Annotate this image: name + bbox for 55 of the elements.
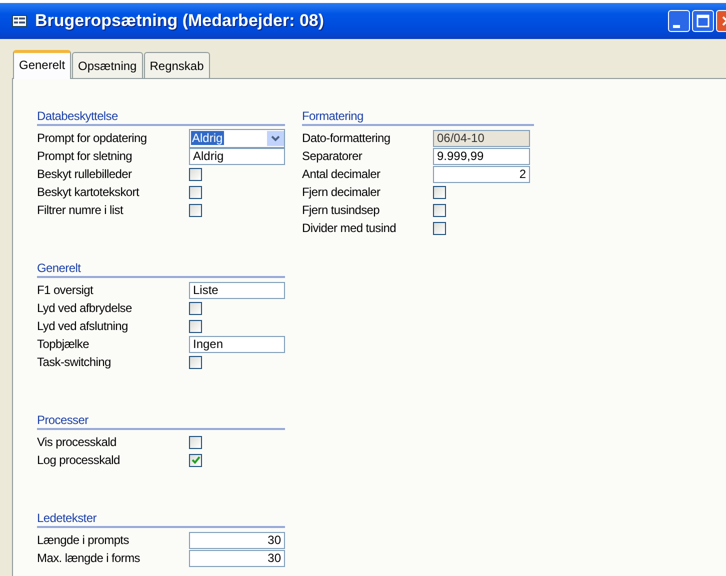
tab[interactable]: Opsætning [72,52,143,78]
section-heading: Ledetekster [37,511,285,528]
checkbox[interactable] [433,204,446,216]
checkbox[interactable] [433,222,446,234]
checkbox[interactable] [189,302,202,314]
field-label: F1 oversigt [37,283,94,297]
section-heading: Formatering [302,109,534,126]
field-label: Filtrer numre i list [37,203,124,217]
field-label: Separatorer [302,149,364,163]
field-label: Beskyt rullebilleder [37,167,133,181]
checkbox[interactable] [189,436,202,448]
field-label: Dato-formattering [302,131,392,145]
checkbox[interactable] [433,186,446,198]
window-title: Brugeropsætning (Medarbejder: 08) [35,11,326,31]
form-icon [12,15,27,27]
checkbox[interactable] [189,356,202,368]
input-field[interactable]: 30 [189,550,285,566]
field-label: Topbjælke [37,337,90,351]
checkbox[interactable] [189,186,202,198]
minimize-button[interactable] [668,10,690,32]
field-label: Task-switching [37,355,112,369]
checkbox[interactable] [189,168,202,180]
field-label: Log processkald [37,453,121,467]
field-label: Længde i prompts [37,533,130,547]
input-field[interactable]: 2 [433,166,530,182]
section-heading: Processer [37,413,285,430]
field-label: Vis processkald [37,435,118,449]
maximize-button[interactable] [692,10,714,32]
field-label: Antal decimaler [302,167,382,181]
tab[interactable]: Generelt [13,50,72,79]
maximize-icon [696,14,710,28]
input-field[interactable]: Aldrig [189,148,285,164]
field-label: Lyd ved afslutning [37,319,129,333]
field-label: Prompt for sletning [37,149,134,163]
field-label: Fjern decimaler [302,185,382,199]
field-label: Beskyt kartotekskort [37,185,140,199]
field-label: Lyd ved afbrydelse [37,301,133,315]
dropdown[interactable]: Aldrig [189,128,285,148]
field-label: Divider med tusind [302,221,397,235]
input-field[interactable]: Liste [189,282,285,298]
input-field: 06/04-10 [433,130,530,146]
section-heading: Generelt [37,261,285,278]
input-field[interactable]: Ingen [189,336,285,352]
section-heading: Databeskyttelse [37,109,285,126]
field-label: Fjern tusindsep [302,203,381,217]
field-label: Max. længde i forms [37,551,142,565]
chevron-down-icon[interactable] [271,134,280,142]
tab[interactable]: Regnskab [144,52,210,78]
input-field[interactable]: 30 [189,532,285,548]
input-field[interactable]: 9.999,99 [433,148,530,164]
minimize-icon [672,24,680,28]
checkbox[interactable] [189,320,202,332]
checkbox[interactable] [189,204,202,216]
field-label: Prompt for opdatering [37,131,148,145]
checkbox[interactable] [189,454,202,466]
